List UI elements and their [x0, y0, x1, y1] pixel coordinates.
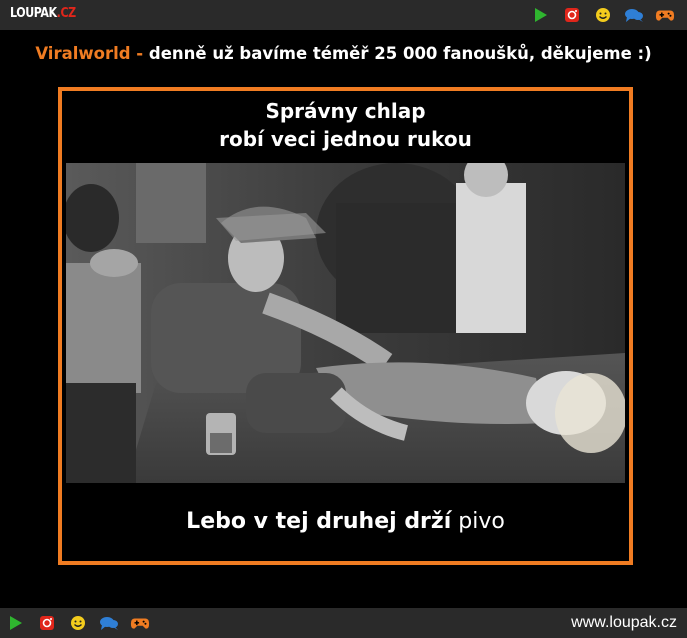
bottom-bar: www.loupak.cz — [0, 608, 687, 638]
bottom-icon-nav — [0, 614, 150, 632]
gamepad-icon[interactable] — [655, 6, 675, 24]
meme-frame: Správny chlap robí veci jednou rukou Leb… — [58, 87, 633, 565]
top-icon-nav — [520, 6, 675, 24]
chat-icon[interactable] — [624, 6, 644, 24]
banner-brand[interactable]: Viralworld — [35, 44, 130, 63]
instagram-icon[interactable] — [562, 6, 582, 24]
play-icon[interactable] — [6, 614, 26, 632]
banner-text: denně už bavíme téměř 25 000 fanoušků, d… — [148, 44, 652, 63]
smiley-icon[interactable] — [593, 6, 613, 24]
site-logo[interactable]: LOUPAK.CZ — [10, 6, 76, 21]
meme-top-caption: Správny chlap robí veci jednou rukou — [62, 97, 629, 153]
instagram-icon[interactable] — [37, 614, 57, 632]
chat-icon[interactable] — [99, 614, 119, 632]
meme-photo-graphic — [66, 163, 625, 483]
smiley-icon[interactable] — [68, 614, 88, 632]
meme-top-line1: Správny chlap — [265, 99, 426, 123]
logo-tld: .CZ — [56, 6, 76, 21]
meme-bottom-caption: Lebo v tej druhej drží pivo — [62, 509, 629, 534]
meme-bottom-bold: Lebo v tej druhej drží — [186, 509, 452, 534]
banner-separator: - — [130, 44, 149, 63]
gamepad-icon[interactable] — [130, 614, 150, 632]
meme-top-line2: robí veci jednou rukou — [219, 127, 472, 151]
fan-banner: Viralworld - denně už bavíme téměř 25 00… — [0, 44, 687, 63]
site-url[interactable]: www.loupak.cz — [571, 614, 677, 632]
top-bar: LOUPAK.CZ — [0, 0, 687, 30]
meme-photo[interactable] — [66, 163, 625, 483]
meme-bottom-normal: pivo — [458, 509, 505, 534]
logo-main: LOUPAK — [10, 6, 57, 21]
play-icon[interactable] — [531, 6, 551, 24]
